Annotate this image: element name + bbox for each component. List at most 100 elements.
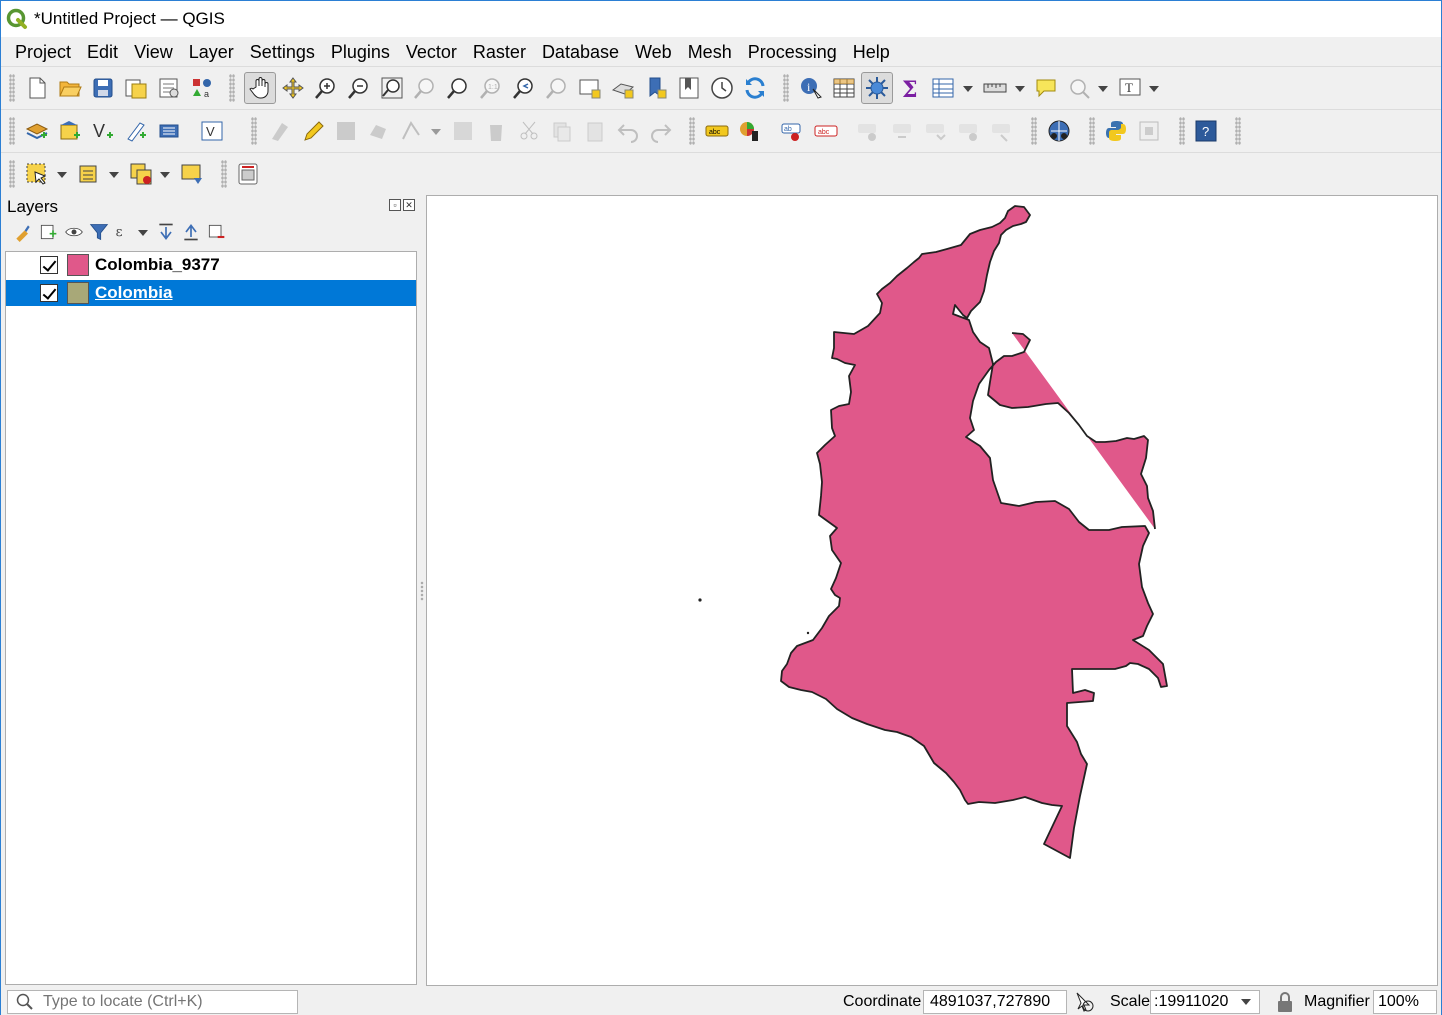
locator-bar[interactable]	[7, 990, 298, 1014]
colombia-mainland[interactable]	[780, 205, 1168, 859]
text-annotation-icon[interactable]: T	[1118, 76, 1142, 100]
delete-icon[interactable]	[484, 119, 508, 143]
print-layout-icon[interactable]	[157, 76, 181, 100]
pin-label-icon[interactable]: ab	[781, 119, 805, 143]
highlight-label-icon[interactable]: abc	[814, 119, 838, 143]
add-layer-icon[interactable]	[25, 119, 49, 143]
toolbar-grip[interactable]	[9, 160, 15, 188]
pan-to-selection-icon[interactable]	[281, 76, 305, 100]
toolbar-grip[interactable]	[1089, 117, 1095, 145]
undo-icon[interactable]	[616, 119, 640, 143]
select-by-value-icon[interactable]	[77, 162, 101, 186]
copy-icon[interactable]	[550, 119, 574, 143]
identify-icon[interactable]: i	[799, 76, 823, 100]
measure-dropdown[interactable]	[1015, 86, 1025, 92]
menu-edit[interactable]: Edit	[79, 42, 126, 63]
cut-icon[interactable]	[517, 119, 541, 143]
help-icon[interactable]: ?	[1194, 119, 1218, 143]
select-features-dropdown[interactable]	[57, 172, 67, 178]
modify-attributes-icon[interactable]	[451, 119, 475, 143]
label-icon[interactable]: abc	[705, 119, 729, 143]
expand-all-icon[interactable]	[156, 222, 176, 242]
show-hide-label-icon[interactable]	[857, 119, 881, 143]
open-styling-icon[interactable]	[13, 222, 33, 242]
float-panel-icon[interactable]: ▫	[389, 199, 401, 211]
zoom-out-icon[interactable]	[347, 76, 371, 100]
scale-field[interactable]: :19911020	[1150, 990, 1260, 1014]
deselect-dropdown[interactable]	[160, 172, 170, 178]
current-edits-icon[interactable]	[269, 119, 293, 143]
toolbar-grip[interactable]	[1235, 117, 1241, 145]
select-location-icon[interactable]	[1067, 76, 1091, 100]
layer-symbol-swatch[interactable]	[67, 254, 89, 276]
menu-project[interactable]: Project	[7, 42, 79, 63]
field-calculator-dropdown[interactable]	[963, 86, 973, 92]
virtual-layer-icon[interactable]: V	[200, 119, 224, 143]
toolbar-grip[interactable]	[9, 74, 15, 102]
coordinate-field[interactable]: 4891037,727890	[923, 990, 1067, 1014]
layer-symbol-swatch[interactable]	[67, 282, 89, 304]
zoom-selection-icon[interactable]	[413, 76, 437, 100]
temporal-icon[interactable]	[710, 76, 734, 100]
new-shapefile-icon[interactable]	[124, 119, 148, 143]
measure-icon[interactable]	[983, 76, 1007, 100]
deselect-icon[interactable]	[129, 162, 153, 186]
add-group-icon[interactable]	[38, 222, 58, 242]
map-canvas[interactable]	[426, 195, 1438, 986]
zoom-next-icon[interactable]	[545, 76, 569, 100]
remove-layer-icon[interactable]	[206, 222, 226, 242]
lock-scale-icon[interactable]	[1275, 991, 1295, 1013]
new-project-icon[interactable]	[25, 76, 49, 100]
toggle-extents-icon[interactable]	[1073, 991, 1095, 1013]
new-3d-view-icon[interactable]	[611, 76, 635, 100]
menu-view[interactable]: View	[126, 42, 181, 63]
magnifier-field[interactable]: 100%	[1373, 990, 1437, 1014]
layer-visibility-checkbox[interactable]	[40, 284, 58, 302]
toolbar-grip[interactable]	[251, 117, 257, 145]
select-features-icon[interactable]	[25, 162, 49, 186]
add-new-layer-icon[interactable]	[58, 119, 82, 143]
zoom-last-icon[interactable]	[512, 76, 536, 100]
new-map-view-icon[interactable]	[578, 76, 602, 100]
toolbar-grip[interactable]	[1179, 117, 1185, 145]
layer-row-colombia-9377[interactable]: Colombia_9377	[6, 252, 416, 278]
add-vector-icon[interactable]: V	[91, 119, 115, 143]
redo-icon[interactable]	[649, 119, 673, 143]
filter-expression-icon[interactable]: ε	[114, 222, 134, 242]
panel-splitter[interactable]	[420, 581, 424, 601]
toggle-editing-settings-icon[interactable]	[865, 76, 889, 100]
filter-legend-icon[interactable]	[89, 222, 109, 242]
zoom-layer-icon[interactable]	[446, 76, 470, 100]
layer-row-colombia[interactable]: Colombia	[6, 280, 416, 306]
zoom-in-icon[interactable]	[314, 76, 338, 100]
zoom-full-icon[interactable]	[380, 76, 404, 100]
locator-input[interactable]	[43, 993, 283, 1011]
menu-raster[interactable]: Raster	[465, 42, 534, 63]
add-feature-icon[interactable]	[367, 119, 391, 143]
label-options-icon[interactable]	[989, 119, 1013, 143]
scale-dropdown-icon[interactable]	[1241, 999, 1251, 1005]
open-attribute-table-icon[interactable]	[832, 76, 856, 100]
change-label-icon[interactable]	[956, 119, 980, 143]
toolbar-grip[interactable]	[9, 117, 15, 145]
field-calculator-icon[interactable]	[931, 76, 955, 100]
style-manager-icon[interactable]: a	[190, 76, 214, 100]
select-by-expression-icon[interactable]	[180, 162, 204, 186]
toolbar-grip[interactable]	[689, 117, 695, 145]
select-location-dropdown[interactable]	[1098, 86, 1108, 92]
menu-settings[interactable]: Settings	[242, 42, 323, 63]
filter-expression-dropdown[interactable]	[138, 230, 148, 236]
layer-visibility-checkbox[interactable]	[40, 256, 58, 274]
pan-icon[interactable]	[248, 76, 272, 100]
manage-visibility-icon[interactable]	[64, 222, 84, 242]
menu-layer[interactable]: Layer	[181, 42, 242, 63]
map-tips-icon[interactable]	[1034, 76, 1058, 100]
text-annotation-dropdown[interactable]	[1149, 86, 1159, 92]
zoom-native-icon[interactable]: 1:1	[479, 76, 503, 100]
menu-vector[interactable]: Vector	[398, 42, 465, 63]
vertex-tool-dropdown[interactable]	[431, 129, 441, 135]
toolbar-grip[interactable]	[221, 160, 227, 188]
toolbar-grip[interactable]	[229, 74, 235, 102]
paste-icon[interactable]	[583, 119, 607, 143]
georeferencer-icon[interactable]	[1047, 119, 1071, 143]
